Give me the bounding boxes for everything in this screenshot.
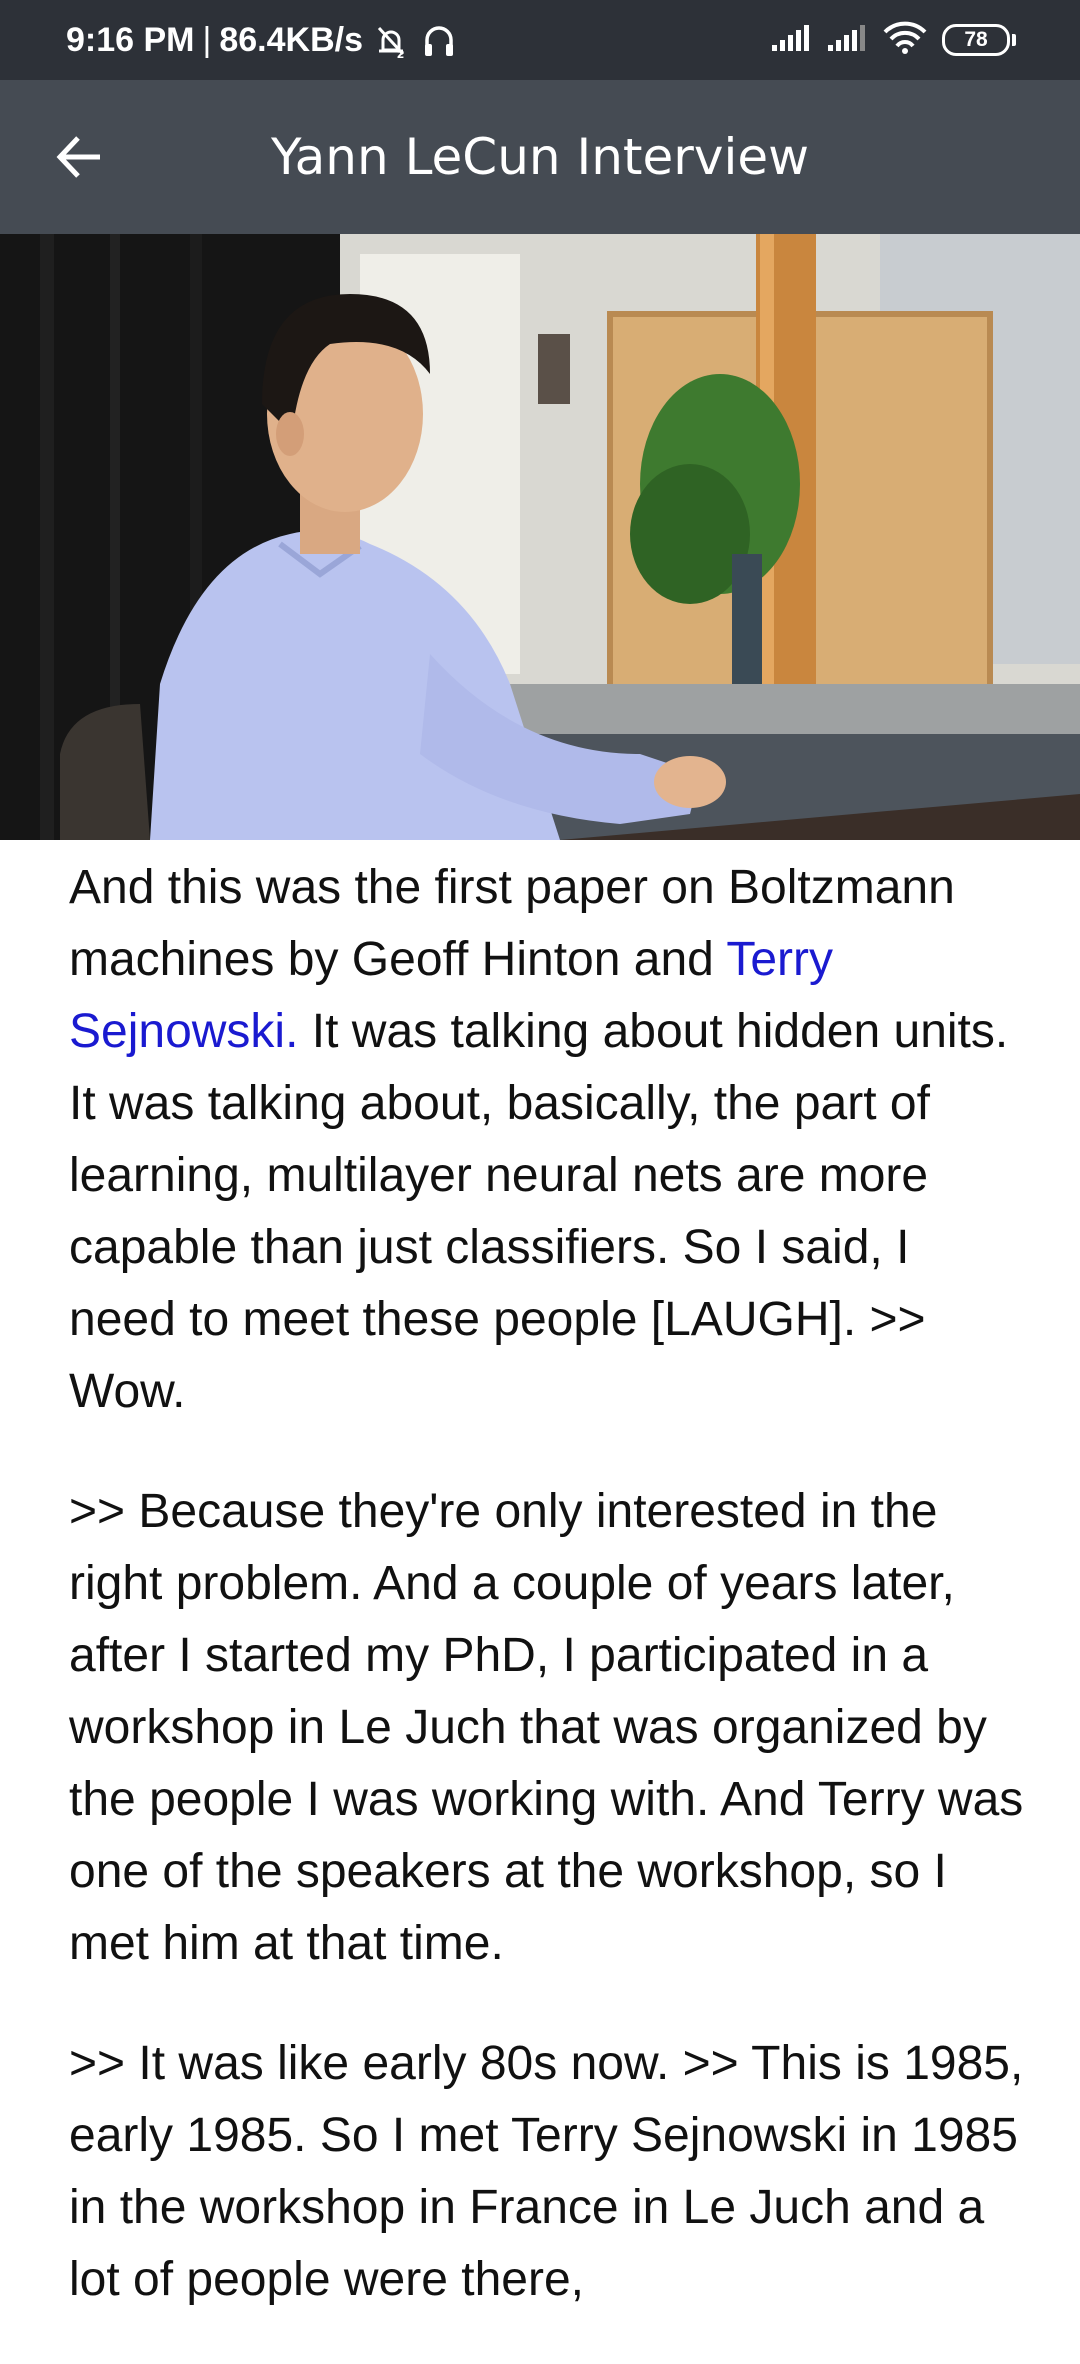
signal-icon [770,23,812,58]
transcript-text: It was talking about hidden units. It wa… [69,1005,1009,1418]
battery-indicator: 78 [942,24,1016,56]
transcript: And this was the first paper on Boltzman… [69,852,1029,2364]
status-right: 78 [770,0,1016,80]
signal-icon-2 [826,23,868,58]
alarm-off-icon: z [371,20,411,60]
transcript-paragraph: And this was the first paper on Boltzman… [69,852,1029,1428]
transcript-paragraph: >> Because they're only interested in th… [69,1485,1024,1970]
svg-text:z: z [397,47,404,60]
status-separator: | [202,20,212,59]
headphones-icon [419,20,459,60]
network-speed: 86.4KB/s [219,20,363,59]
status-left: 9:16 PM | 86.4KB/s z [66,0,459,80]
status-time: 9:16 PM [66,20,195,59]
video-player[interactable] [0,234,1080,840]
app-bar: Yann LeCun Interview [0,80,1080,234]
battery-level: 78 [942,24,1010,56]
page-title: Yann LeCun Interview [271,128,809,186]
battery-tip [1012,34,1016,46]
status-bar: 9:16 PM | 86.4KB/s z 78 [0,0,1080,80]
wifi-icon [882,21,928,60]
transcript-paragraph: >> It was like early 80s now. >> This is… [69,2037,1024,2306]
video-frame [0,234,1080,840]
